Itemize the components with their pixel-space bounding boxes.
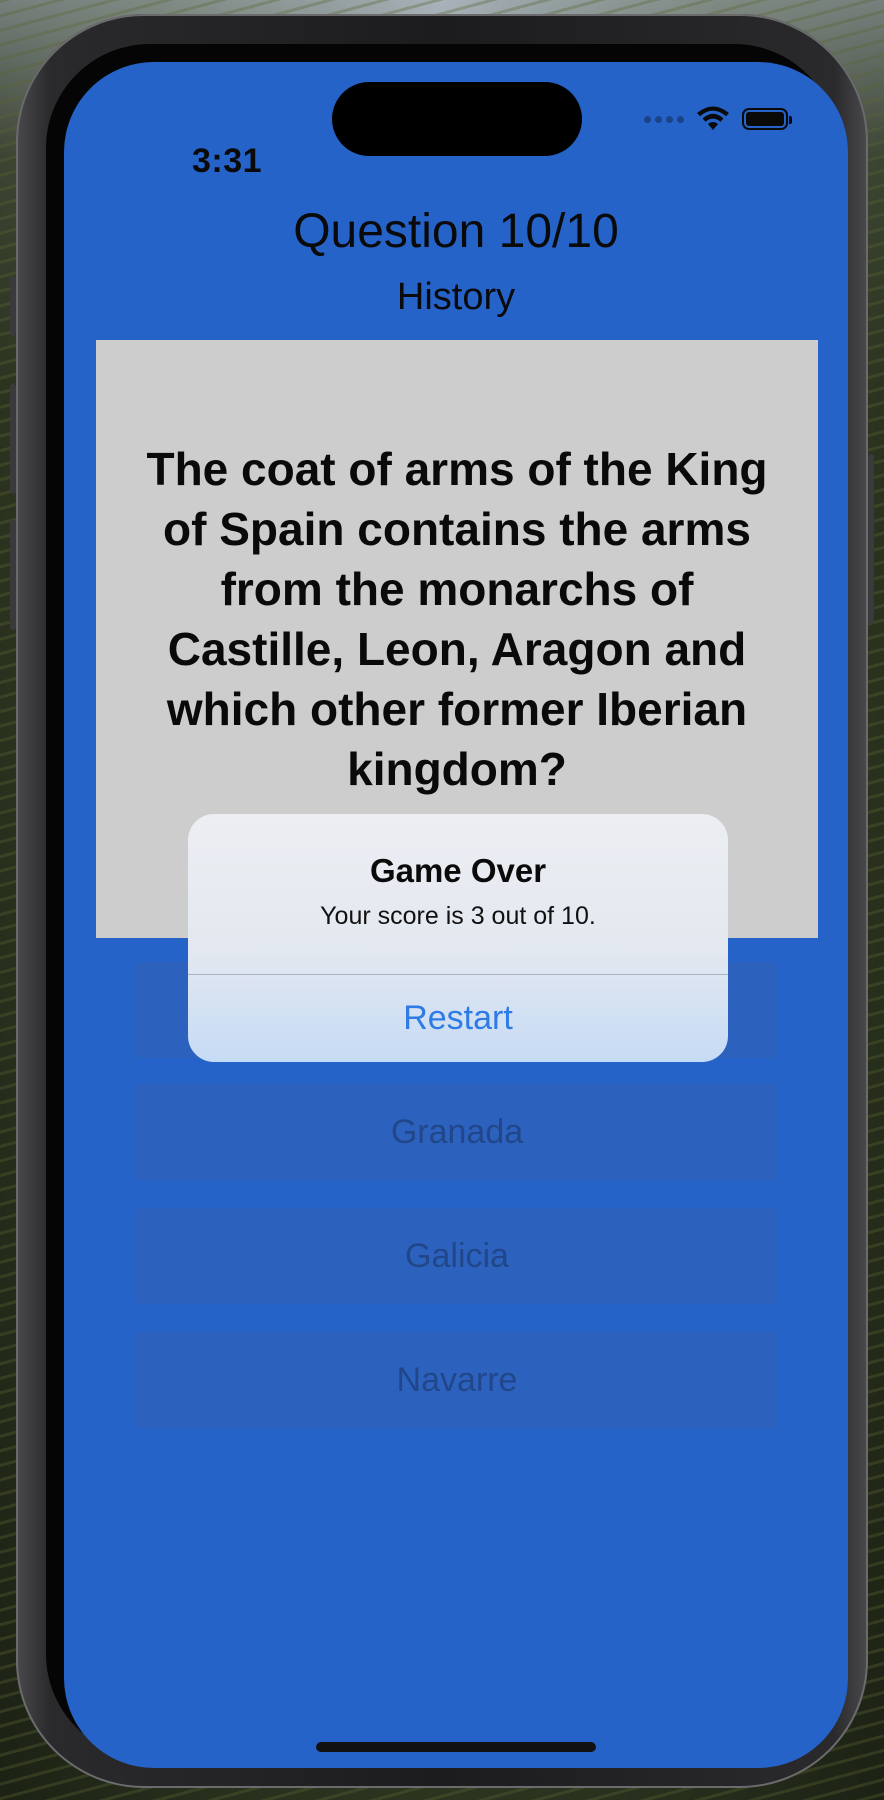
power-button: [868, 454, 874, 624]
alert-title: Game Over: [369, 852, 547, 889]
app-screen: 3:31 Question 10/10 History The coat of …: [64, 62, 848, 1768]
game-over-alert: Game Over Your score is 3 out of 10. Res…: [188, 814, 728, 1062]
action-button: [10, 276, 16, 336]
restart-button[interactable]: Restart: [188, 975, 728, 1062]
phone-frame: 3:31 Question 10/10 History The coat of …: [10, 14, 874, 1788]
alert-message: Your score is 3 out of 10.: [320, 902, 596, 930]
volume-down-button: [10, 520, 16, 630]
volume-up-button: [10, 384, 16, 494]
home-indicator[interactable]: [316, 1742, 596, 1752]
